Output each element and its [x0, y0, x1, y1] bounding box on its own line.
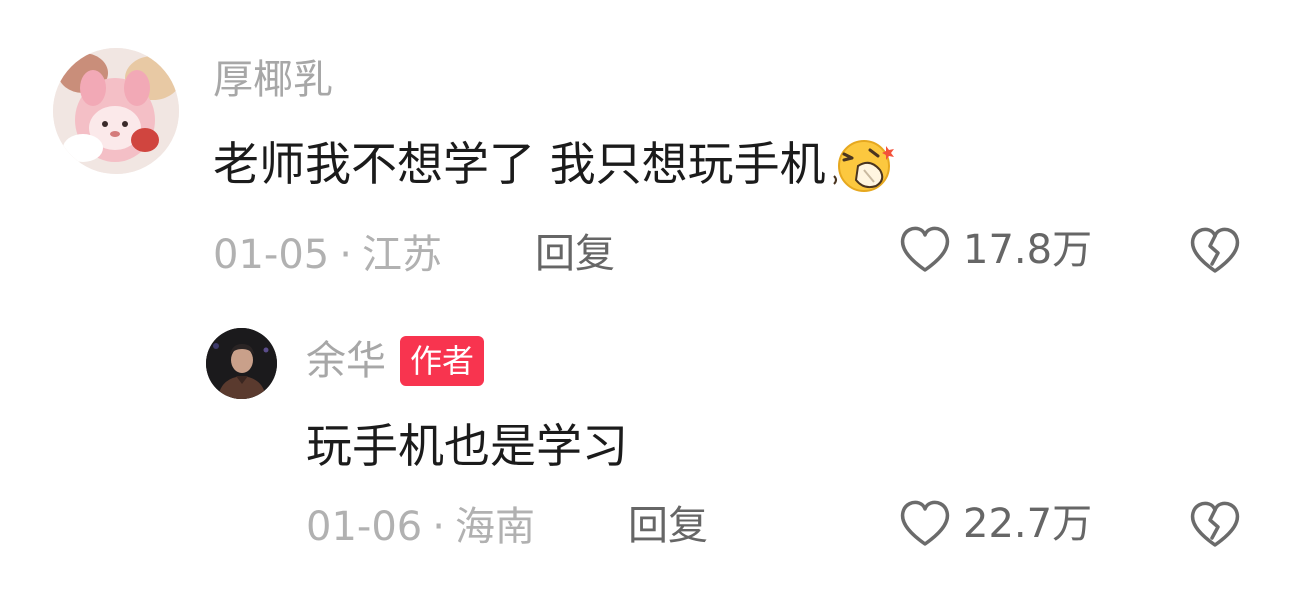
like-button[interactable]: 17.8万	[897, 222, 1092, 278]
reply-button[interactable]: 回复	[535, 234, 615, 274]
reply-username[interactable]: 余华	[306, 341, 386, 381]
author-badge: 作者	[400, 336, 485, 386]
broken-heart-icon	[1187, 222, 1243, 278]
avatar[interactable]	[53, 48, 179, 174]
reply-item: 余华 作者 玩手机也是学习 01-06 · 海南 回复 22.7万	[0, 300, 1307, 596]
like-button[interactable]: 22.7万	[897, 496, 1092, 552]
dislike-button[interactable]	[1187, 496, 1243, 552]
comment-meta: 01-05 · 江苏	[213, 234, 442, 276]
reply-header: 余华 作者	[306, 336, 485, 386]
reply-meta: 01-06 · 海南	[306, 506, 535, 548]
reply-text: 玩手机也是学习	[306, 419, 628, 473]
broken-heart-icon	[1187, 496, 1243, 552]
meta-separator: ·	[432, 504, 445, 550]
comment-text: 老师我不想学了 我只想玩手机	[213, 137, 826, 191]
like-count: 22.7万	[963, 501, 1093, 547]
heart-icon	[897, 498, 953, 550]
comment-body: 老师我不想学了 我只想玩手机	[213, 136, 898, 192]
reply-button[interactable]: 回复	[628, 506, 708, 546]
comment-username[interactable]: 厚椰乳	[213, 60, 333, 100]
avatar[interactable]	[206, 328, 277, 399]
face-with-hand-over-mouth-emoji	[828, 136, 898, 192]
meta-separator: ·	[339, 232, 352, 278]
comment-date: 01-05	[213, 232, 330, 278]
reply-date: 01-06	[306, 504, 423, 550]
like-count: 17.8万	[963, 227, 1093, 273]
dislike-button[interactable]	[1187, 222, 1243, 278]
comment-location: 江苏	[361, 232, 442, 278]
reply-location: 海南	[454, 504, 535, 550]
comment-item: 厚椰乳 老师我不想学了 我只想玩手机 01-05 · 江苏 回复 17.8万	[0, 0, 1307, 300]
heart-icon	[897, 224, 953, 276]
